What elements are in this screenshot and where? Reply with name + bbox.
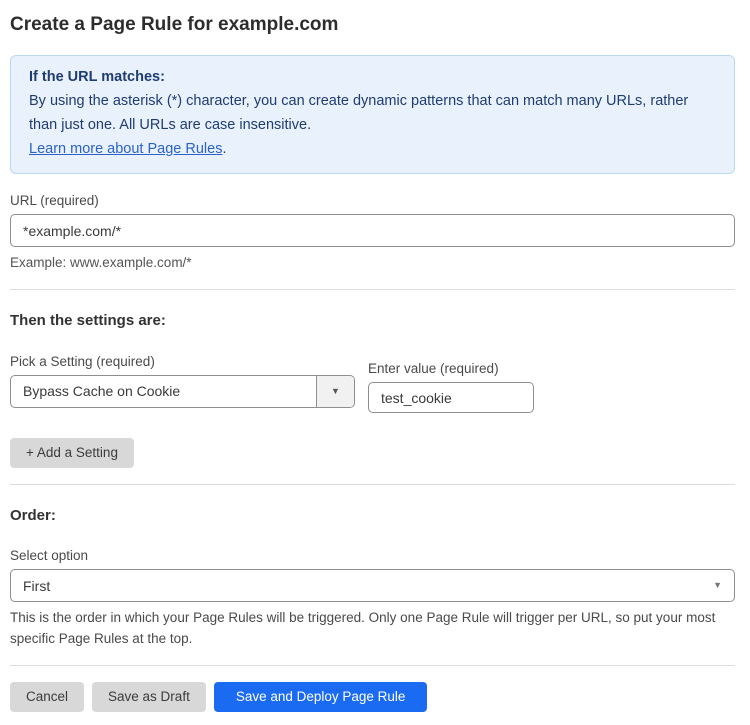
divider — [10, 289, 735, 290]
setting-select[interactable]: Bypass Cache on Cookie ▼ — [10, 375, 355, 408]
chevron-down-icon[interactable]: ▼ — [316, 376, 354, 407]
divider — [10, 665, 735, 666]
add-setting-button[interactable]: + Add a Setting — [10, 438, 134, 468]
setting-value-label: Enter value (required) — [368, 360, 534, 377]
info-box-body: By using the asterisk (*) character, you… — [29, 89, 716, 137]
chevron-down-icon: ▼ — [713, 581, 722, 590]
page-title: Create a Page Rule for example.com — [10, 12, 735, 38]
settings-section-heading: Then the settings are: — [10, 311, 735, 330]
url-input[interactable] — [10, 214, 735, 247]
save-and-deploy-button[interactable]: Save and Deploy Page Rule — [214, 682, 428, 712]
setting-select-value: Bypass Cache on Cookie — [11, 376, 316, 407]
order-section-heading: Order: — [10, 506, 735, 525]
url-example-helper: Example: www.example.com/* — [10, 253, 735, 273]
save-as-draft-button[interactable]: Save as Draft — [92, 682, 206, 712]
link-suffix: . — [222, 141, 226, 157]
url-match-info-box: If the URL matches: By using the asteris… — [10, 55, 735, 174]
order-select-label: Select option — [10, 547, 735, 564]
setting-label: Pick a Setting (required) — [10, 353, 355, 370]
order-helper-text: This is the order in which your Page Rul… — [10, 607, 735, 649]
setting-picker-column: Pick a Setting (required) Bypass Cache o… — [10, 353, 355, 413]
setting-value-input[interactable] — [368, 382, 534, 413]
chevron-down-glyph: ▼ — [331, 387, 340, 396]
learn-more-link[interactable]: Learn more about Page Rules — [29, 141, 222, 157]
create-page-rule-form: Create a Page Rule for example.com If th… — [0, 0, 750, 725]
order-select-value: First — [23, 578, 713, 594]
info-box-heading: If the URL matches: — [29, 65, 716, 89]
form-actions: Cancel Save as Draft Save and Deploy Pag… — [10, 682, 735, 712]
setting-value-column: Enter value (required) — [368, 353, 534, 413]
cancel-button[interactable]: Cancel — [10, 682, 84, 712]
divider — [10, 484, 735, 485]
order-select[interactable]: First ▼ — [10, 569, 735, 602]
settings-row: Pick a Setting (required) Bypass Cache o… — [10, 353, 735, 413]
info-box-link-line: Learn more about Page Rules. — [29, 137, 716, 161]
url-label: URL (required) — [10, 192, 735, 209]
